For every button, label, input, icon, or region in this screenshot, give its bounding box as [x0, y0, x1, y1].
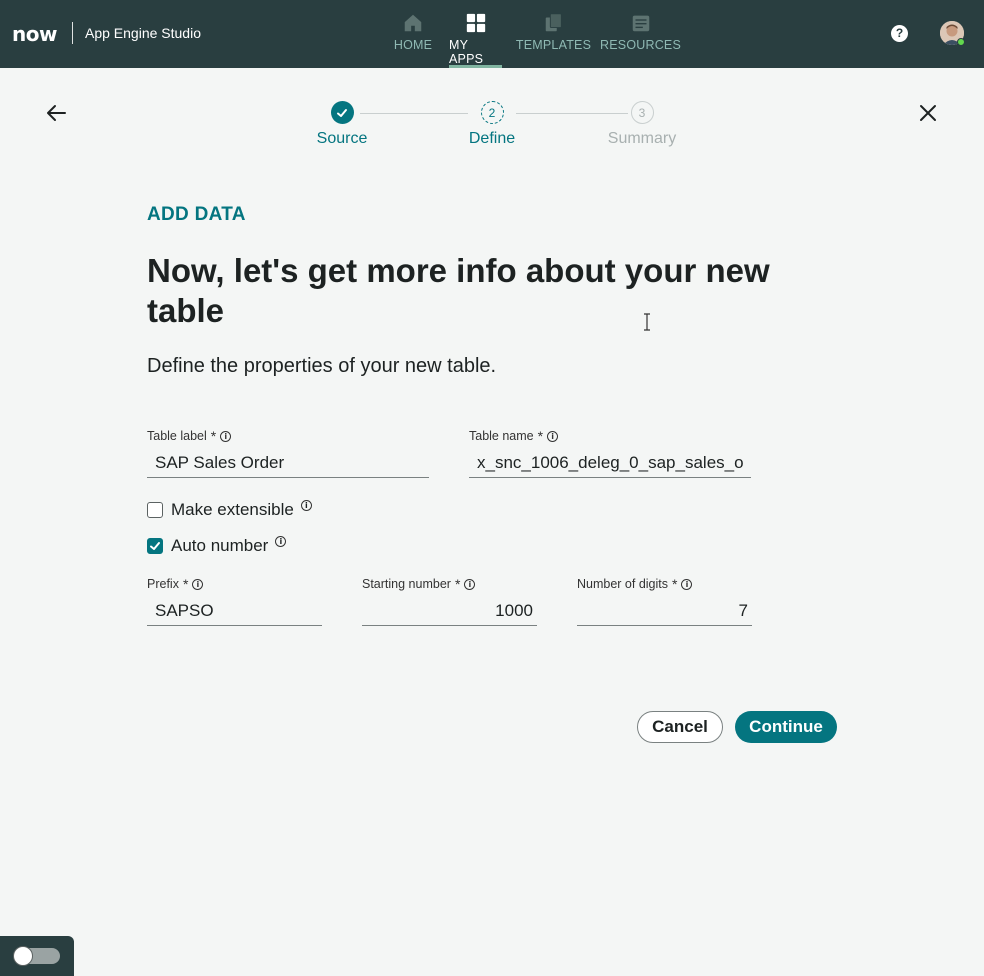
step-label: Source — [316, 130, 368, 147]
tab-home-label: HOME — [393, 38, 433, 52]
grid-icon — [466, 13, 485, 33]
checkmark-icon — [150, 542, 160, 550]
step-summary: 3 Summary — [582, 101, 702, 148]
make-extensible-label: Make extensible — [171, 500, 294, 519]
table-name-field: Table name * i — [469, 428, 751, 478]
tab-resources[interactable]: RESOURCES — [600, 0, 681, 68]
table-label-input[interactable] — [147, 448, 429, 478]
prefix-input[interactable] — [147, 596, 322, 626]
templates-icon — [545, 13, 562, 32]
prefix-field: Prefix * i — [147, 576, 322, 626]
nav-tabs: HOME MY APPS TEMPLATES RESOURCES — [0, 0, 984, 68]
required-icon: * — [210, 428, 217, 444]
make-extensible-row[interactable]: Make extensible i — [147, 499, 312, 520]
tab-my-apps[interactable]: MY APPS — [449, 0, 502, 68]
text-cursor-icon — [644, 313, 650, 331]
tab-templates[interactable]: TEMPLATES — [515, 0, 592, 68]
section-eyebrow: ADD DATA — [147, 204, 246, 225]
auto-number-checkbox[interactable] — [147, 538, 163, 554]
auto-number-row[interactable]: Auto number i — [147, 535, 287, 556]
required-icon: * — [454, 576, 461, 592]
number-of-digits-label: Number of digits — [577, 577, 669, 591]
toggle-knob[interactable] — [13, 946, 33, 966]
auto-number-label: Auto number — [171, 536, 269, 555]
required-icon: * — [672, 576, 678, 592]
number-of-digits-input[interactable] — [577, 596, 752, 626]
info-icon[interactable]: i — [300, 499, 312, 511]
top-navigation-bar: now App Engine Studio HOME MY APPS TEMPL… — [0, 0, 984, 68]
theme-toggle-panel — [0, 936, 74, 976]
step-source: Source — [282, 101, 402, 148]
starting-number-field: Starting number * i — [362, 576, 537, 626]
back-arrow-icon[interactable] — [44, 101, 68, 125]
resources-icon — [632, 15, 649, 32]
table-label-label: Table label — [147, 429, 207, 443]
step-complete-icon — [330, 101, 354, 124]
tab-my-apps-label: MY APPS — [449, 38, 484, 66]
info-icon[interactable]: i — [464, 578, 476, 590]
tab-home[interactable]: HOME — [393, 0, 433, 68]
required-icon: * — [182, 576, 189, 592]
page-subtitle: Define the properties of your new table. — [147, 355, 497, 377]
info-icon[interactable]: i — [275, 535, 287, 547]
starting-number-label: Starting number — [362, 577, 451, 591]
close-icon[interactable] — [916, 101, 940, 125]
home-icon — [404, 14, 422, 32]
info-icon[interactable]: i — [547, 430, 559, 442]
checkmark-icon — [337, 108, 347, 117]
help-button[interactable]: ? — [891, 25, 908, 42]
starting-number-input[interactable] — [362, 596, 537, 626]
info-icon[interactable]: i — [681, 578, 693, 590]
info-icon[interactable]: i — [192, 578, 204, 590]
number-of-digits-field: Number of digits * i — [577, 576, 752, 626]
tab-resources-label: RESOURCES — [600, 38, 681, 52]
step-define: 2 Define — [432, 101, 552, 148]
required-icon: * — [537, 428, 544, 444]
page-title: Now, let's get more info about your new … — [147, 252, 770, 329]
step-number: 3 — [630, 101, 654, 124]
make-extensible-checkbox[interactable] — [147, 502, 163, 518]
info-icon[interactable]: i — [220, 430, 232, 442]
step-label: Summary — [607, 130, 677, 147]
step-label: Define — [468, 130, 516, 147]
step-number: 2 — [480, 101, 504, 124]
online-status-dot — [957, 38, 965, 46]
tab-underline — [449, 65, 502, 68]
prefix-label: Prefix — [147, 577, 179, 591]
table-name-label: Table name — [469, 429, 534, 443]
continue-button[interactable]: Continue — [735, 711, 837, 743]
table-label-field: Table label * i — [147, 428, 429, 478]
tab-templates-label: TEMPLATES — [515, 38, 592, 52]
cancel-button[interactable]: Cancel — [637, 711, 723, 743]
table-name-input[interactable] — [469, 448, 751, 478]
